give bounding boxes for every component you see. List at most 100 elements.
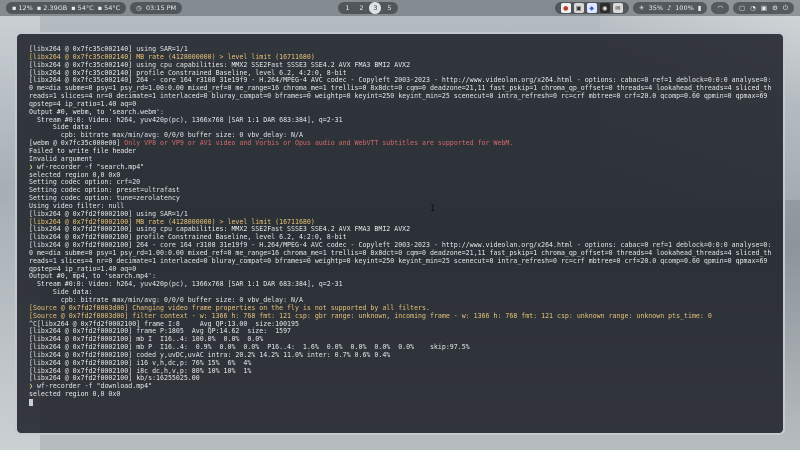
line-prefix: [libx264 @ 0x7fd2f0002100] [29,217,133,226]
notification-icon[interactable]: ◔ [750,5,756,12]
command-text: wf-recorder -f "search.mp4" [32,162,145,171]
terminal-line: Stream #0:0: Video: h264, yuv420p(pc), 1… [29,115,773,125]
line-text: Invalid argument [29,154,93,163]
line-text: Stream #0:0: Video: h264, yuv420p(pc), 1… [29,280,343,289]
line-prefix: [Source @ 0x7fd2f0003d00] [29,303,129,312]
cpu-icon: ▪ [12,3,17,12]
line-prefix: [libx264 @ 0x7fd2f0002100] [29,327,133,336]
temperature-stat: ▪ 54°C [71,3,94,12]
memory-stat: ▪ 2.39GB [36,3,68,12]
line-prefix: [Source @ 0x7fd2f0003d00] [29,311,129,320]
temperature-icon: ▪ [71,3,76,12]
cpu-stat: ▪ 12% [12,3,33,12]
terminal-cursor-line [29,398,773,408]
line-text: Changing video frame properties on the f… [128,303,430,312]
line-prefix: ^C[libx264 @ 0x7fd2f0002100] [29,319,141,328]
record-icon[interactable]: ● [560,3,571,13]
terminal-prompt-line: ❯ wf-recorder -f "download.mp4" [29,382,773,391]
line-text: filter context - w: 1366 h: 768 fmt: 121… [128,311,712,320]
line-prefix: [libx264 @ 0x7fd2f0002100] [29,225,133,234]
workspace-switcher: 1 2 3 5 [338,2,399,14]
clock[interactable]: ◷ 03:15 PM [130,2,183,14]
line-text: 264 - core 164 r3108 31e19f9 - H.264/MPE… [29,241,772,273]
line-text: cpb: bitrate max/min/avg: 0/0/0 buffer s… [29,131,303,140]
line-prefix: [libx264 @ 0x7fc35c002140] [29,45,133,53]
network-pill[interactable]: ◠ [711,2,730,14]
line-text: frame I:8 Avg QP:13.00 size:100195 [140,319,299,328]
command-text: wf-recorder -f "download.mp4" [32,382,153,391]
workspaces-pill: 1 2 3 5 [338,2,399,14]
volume-icon[interactable]: ♪ [667,5,671,12]
line-prefix: [libx264 @ 0x7fd2f0002100] [29,358,133,367]
system-tray: ● ▣ ◆ ◉ ✉ ☀ 35% ♪ 100% ▮ ◠ ▢ ◔ ▣ ⚙ ⏻ [554,2,800,14]
line-prefix: [libx264 @ 0x7fd2f0002100] [29,209,133,218]
line-text: i16 v,h,dc,p: 76% 15% 6% 4% [132,358,252,367]
line-prefix: [libx264 @ 0x7fd2f0002100] [29,374,133,383]
app-icon[interactable]: ▣ [573,3,584,13]
line-text: mb P I16..4: 0.9% 0.0% 0.0% P16..4: 1.6%… [132,343,470,352]
wifi-icon[interactable]: ◠ [717,5,723,12]
brightness-icon: ☀ [638,3,645,12]
settings-icon[interactable]: ⚙ [772,5,778,12]
terminal-line: Failed to write file header [29,146,773,156]
steam-icon[interactable]: ◉ [599,3,610,13]
terminal-line: [libx264 @ 0x7fc35c002140] 264 - core 16… [29,76,773,108]
line-text: Side data: [29,123,93,132]
terminal-window[interactable]: [libx264 @ 0x7fc35c002140] using SAR=1/1… [15,32,785,435]
line-prefix: [libx264 @ 0x7fc35c002140] [29,76,133,85]
line-text: Setting codec option: crf=20 [29,178,141,187]
line-text: Stream #0:0: Video: h264, yuv420p(pc), 1… [29,115,343,124]
line-text: using cpu capabilities: MMX2 SSE2Fast SS… [132,225,411,234]
line-prefix: [webm @ 0x7fc35c000e00] [29,139,121,148]
terminal-line: selected region 0,0 0x0 [29,390,773,399]
mail-icon[interactable]: ✉ [612,3,623,13]
line-prefix: [libx264 @ 0x7fd2f0002100] [29,241,133,250]
memory-icon: ▪ [36,3,42,12]
clock-icon: ◷ [136,3,142,12]
terminal-line: [webm @ 0x7fc35c000e00] Only VP8 or VP9 … [29,139,773,148]
line-text: Output #0, webm, to 'search.webm': [29,107,164,116]
power-icon[interactable]: ⏻ [783,5,788,12]
terminal-prompt-line: ❯ wf-recorder -f "search.mp4" [29,162,773,172]
line-text: profile Constrained Baseline, level 6.2,… [132,68,347,77]
line-text: MB rate (4128000000) > level limit (1671… [132,52,315,61]
line-prefix: [libx264 @ 0x7fd2f0002100] [29,233,133,242]
system-stats-pill: ▪ 12% ▪ 2.39GB ▪ 54°C ▪ 54°C [6,2,127,14]
workspace-2[interactable]: 2 [355,2,367,14]
gpu-temperature-stat: ▪ 54°C [97,3,121,12]
workspace-5[interactable]: 5 [383,2,395,14]
line-text: using cpu capabilities: MMX2 SSE2Fast SS… [132,60,411,69]
line-text: selected region 0,0 0x0 [29,390,121,399]
quick-actions: ▢ ◔ ▣ ⚙ ⏻ [733,2,794,14]
line-prefix: [libx264 @ 0x7fd2f0002100] [29,366,133,375]
line-prefix: [libx264 @ 0x7fc35c002140] [29,52,133,61]
line-prefix: [libx264 @ 0x7fd2f0002100] [29,343,133,352]
line-text: kb/s:16255025.00 [132,374,200,383]
terminal-line: Setting codec option: tune=zerolatency [29,194,773,203]
line-text: Only VP8 or VP9 or AV1 video and Vorbis … [120,139,514,148]
battery-icon: ▮ [697,3,702,12]
screenshot-icon[interactable]: ▢ [739,5,745,12]
line-text: Failed to write file header [29,146,137,155]
workspace-3[interactable]: 3 [369,2,382,14]
line-text: using SAR=1/1 [132,209,188,218]
line-text: profile Constrained Baseline, level 6.2,… [132,233,347,242]
gpu-temperature-icon: ▪ [97,3,103,12]
tray-apps: ● ▣ ◆ ◉ ✉ [554,2,629,14]
lock-icon[interactable]: ▣ [761,5,767,12]
status-indicators: ☀ 35% ♪ 100% ▮ [632,2,708,14]
line-text: Side data: [29,288,93,297]
line-text: Setting codec option: tune=zerolatency [29,194,180,203]
line-text: cpb: bitrate max/min/avg: 0/0/0 buffer s… [29,296,303,304]
mouse-text-cursor: I [430,204,436,214]
line-text: selected region 0,0 0x0 [29,170,121,179]
line-text: frame P:1805 Avg QP:14.62 size: 1597 [132,327,292,336]
line-text: Output #0, mp4, to 'search.mp4': [29,272,157,281]
workspace-1[interactable]: 1 [341,2,353,14]
terminal-cursor [29,398,33,406]
chat-icon[interactable]: ◆ [586,3,597,13]
line-text: Using video filter: null [29,201,125,210]
line-text: using SAR=1/1 [132,45,188,53]
terminal-output[interactable]: [libx264 @ 0x7fc35c002140] using SAR=1/1… [29,45,773,408]
line-prefix: [libx264 @ 0x7fc35c002140] [29,68,133,77]
